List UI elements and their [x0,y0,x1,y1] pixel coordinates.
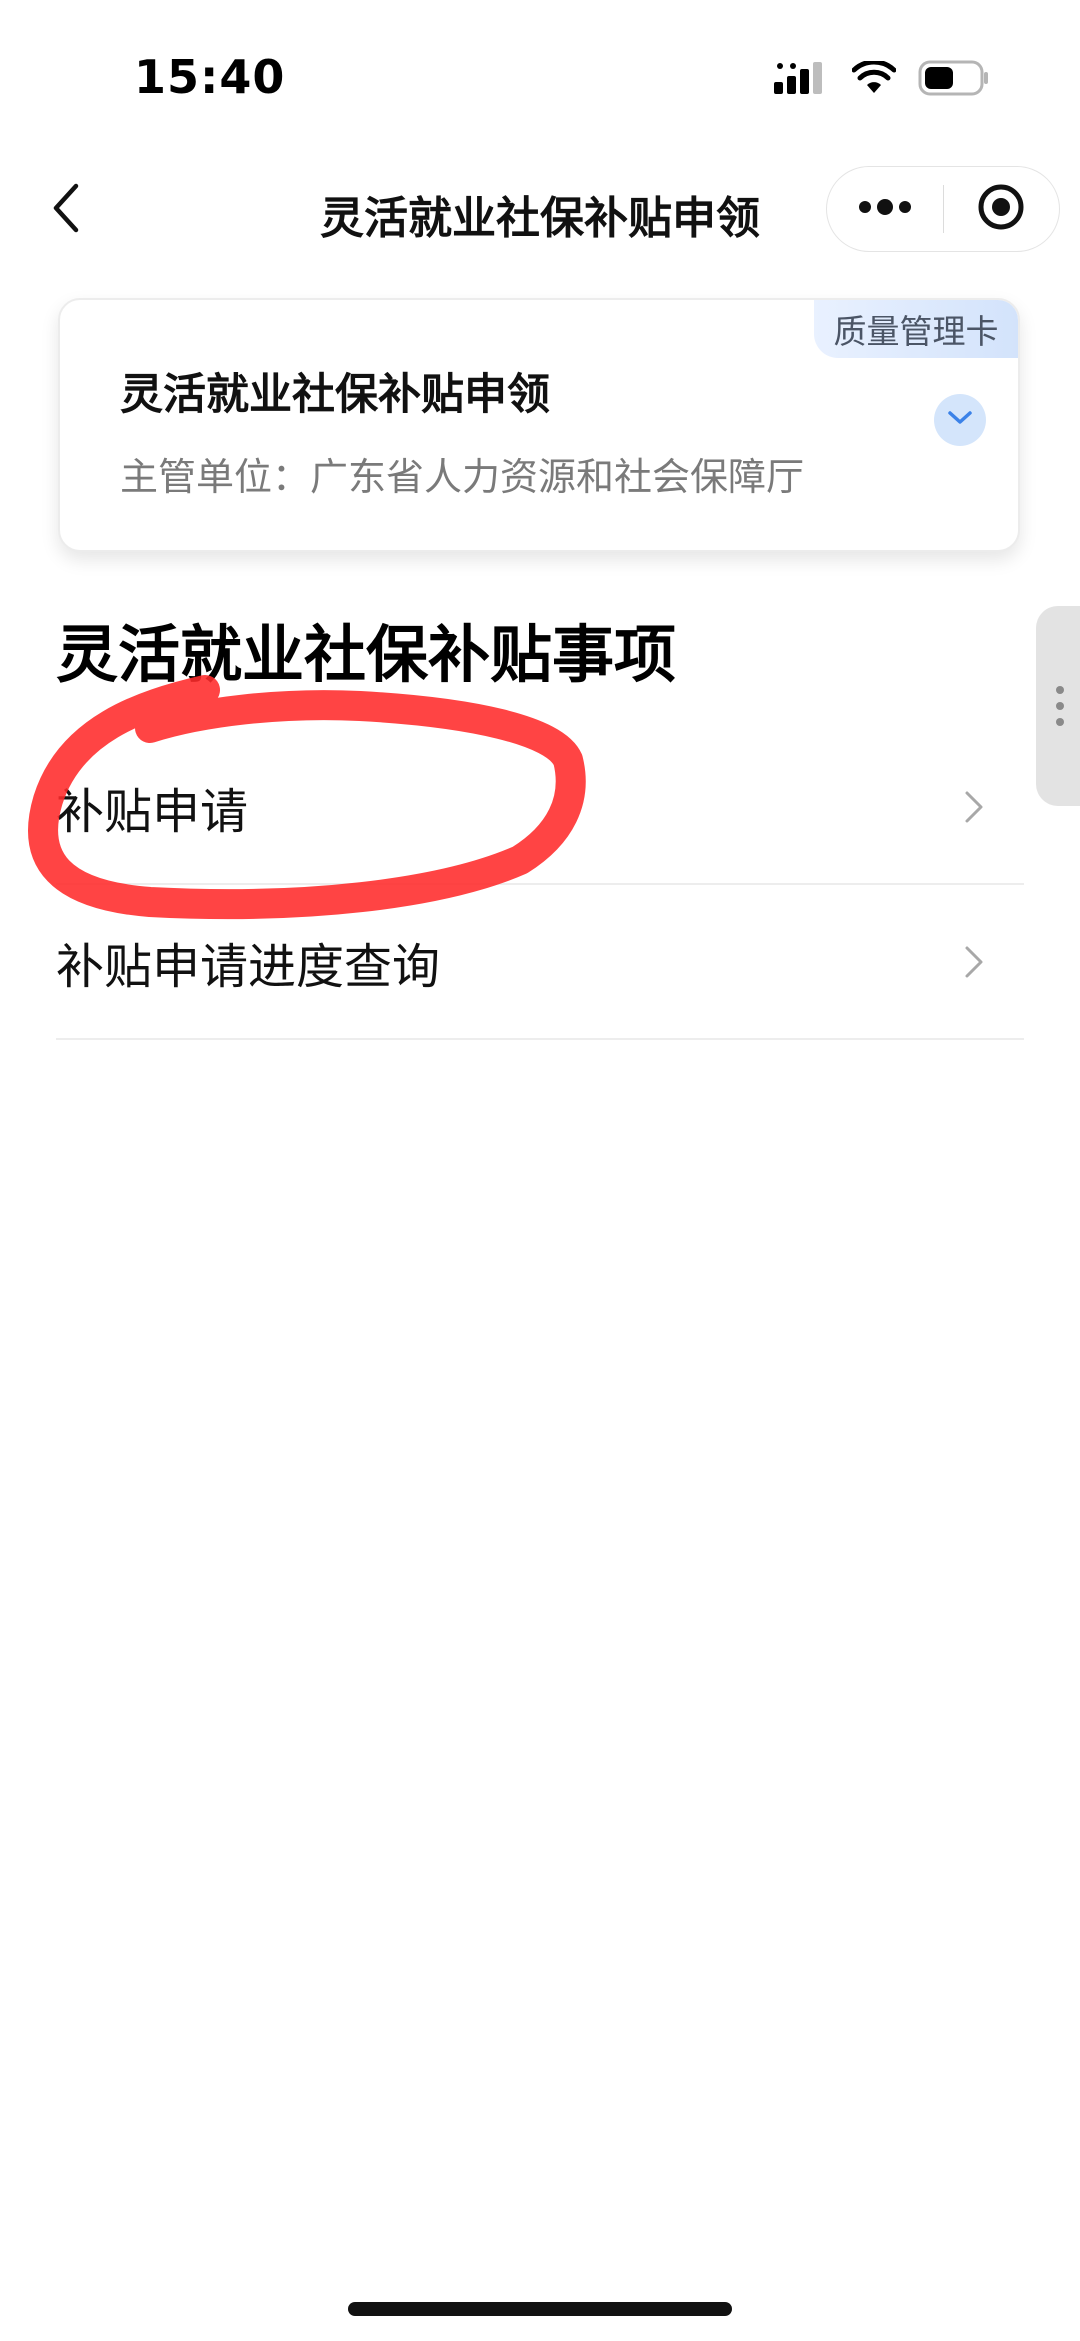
mini-program-capsule [826,166,1060,252]
chevron-left-icon [51,183,81,237]
menu-item-label: 补贴申请 [56,783,249,840]
status-bar: 15:40 [0,0,1080,150]
menu-item-application-progress[interactable]: 补贴申请进度查询 [56,885,1024,1040]
wifi-icon [851,59,897,99]
target-circle-icon [976,182,1026,236]
menu-item-subsidy-application[interactable]: 补贴申请 [56,730,1024,885]
status-icons [774,59,990,100]
cellular-signal-icon [774,60,830,100]
back-button[interactable] [36,180,96,240]
chevron-right-icon [954,787,994,827]
side-tab-dot [1056,718,1064,726]
quality-card-badge[interactable]: 质量管理卡 [814,300,1018,358]
battery-icon [918,60,990,100]
more-dots-icon [857,197,913,221]
side-floating-tab[interactable] [1036,606,1080,806]
card-title: 灵活就业社保补贴申领 [120,370,550,420]
side-tab-dot [1056,686,1064,694]
section-title: 灵活就业社保补贴事项 [56,618,677,691]
more-button[interactable] [827,166,943,252]
home-indicator[interactable] [348,2302,732,2316]
menu-item-label: 补贴申请进度查询 [56,938,441,995]
status-time: 15:40 [134,50,286,104]
card-expand-button[interactable] [934,394,986,446]
side-tab-dot [1056,702,1064,710]
chevron-right-icon [954,942,994,982]
page-title: 灵活就业社保补贴申领 [320,193,760,244]
service-menu-list: 补贴申请 补贴申请进度查询 [56,730,1024,1040]
nav-bar: 灵活就业社保补贴申领 [0,160,1080,260]
card-department: 主管单位：广东省人力资源和社会保障厅 [120,455,805,499]
chevron-down-icon [947,410,973,430]
close-mini-program-button[interactable] [944,166,1060,252]
service-info-card: 质量管理卡 灵活就业社保补贴申领 主管单位：广东省人力资源和社会保障厅 [58,298,1020,552]
